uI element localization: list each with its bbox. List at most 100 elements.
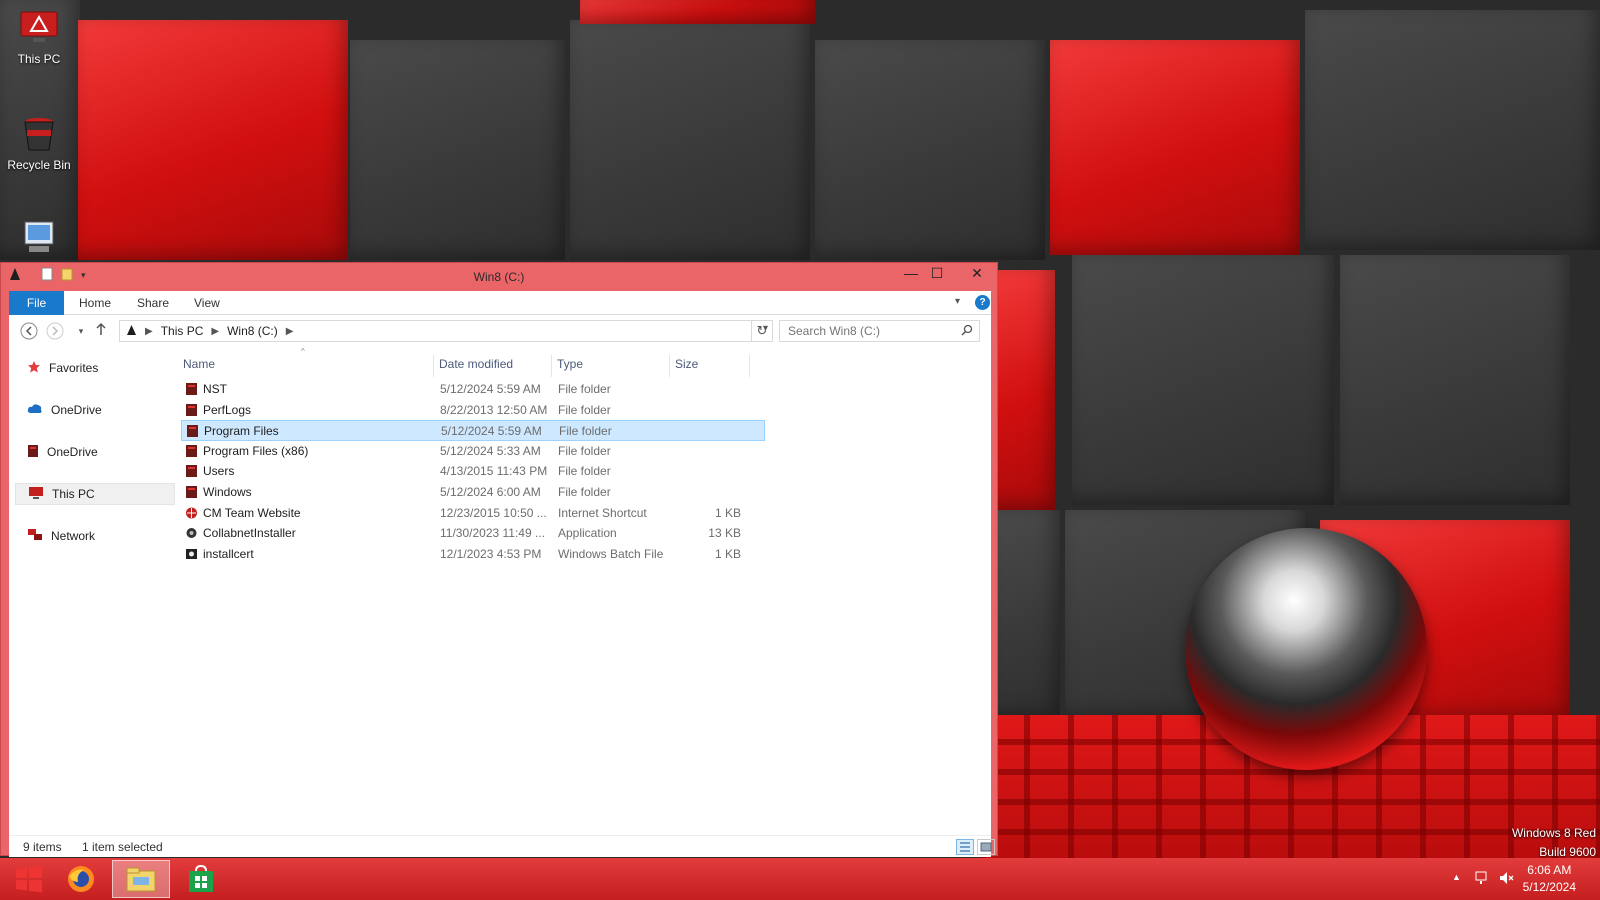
network-tray-icon[interactable] (1474, 870, 1490, 900)
back-button[interactable] (19, 322, 39, 340)
nav-item-this-pc[interactable]: This PC (15, 483, 175, 505)
file-list: ^ Name Date modified Type Size NST 5/12/2… (181, 347, 771, 835)
file-name: NST (203, 382, 227, 396)
column-header-date[interactable]: Date modified (439, 357, 513, 377)
navigation-pane: Favorites OneDrive OneDrive This PC Netw… (9, 347, 179, 835)
tab-share[interactable]: Share (137, 291, 169, 315)
column-header-name[interactable]: Name (183, 357, 215, 377)
wallpaper-cube (990, 510, 1060, 720)
details-view-icon (960, 842, 970, 852)
breadcrumb-chevron-icon[interactable]: ▶ (211, 326, 219, 337)
computer-icon (17, 218, 61, 258)
nav-item-onedrive-folder[interactable]: OneDrive (15, 441, 175, 463)
title-bar[interactable]: ▾ Win8 (C:) — ☐ ✕ (1, 263, 997, 291)
sort-indicator-icon: ^ (301, 347, 305, 356)
forward-button[interactable] (45, 322, 65, 340)
column-divider[interactable] (749, 355, 750, 377)
store-icon (189, 864, 213, 892)
nav-item-label: OneDrive (47, 445, 98, 459)
firefox-icon (68, 866, 94, 892)
file-date-modified: 5/12/2024 5:33 AM (440, 443, 541, 458)
tab-view[interactable]: View (194, 291, 220, 315)
folder-icon (185, 444, 198, 458)
maximize-button[interactable]: ☐ (923, 263, 951, 285)
file-name: Users (203, 464, 235, 479)
file-date-modified: 4/13/2015 11:43 PM (440, 464, 548, 479)
back-arrow-icon (20, 322, 38, 340)
refresh-button[interactable]: ↻ (751, 320, 773, 342)
breadcrumb-chevron-icon[interactable]: ▶ (286, 326, 294, 337)
file-size: 1 KB (714, 546, 741, 561)
file-type: File folder (559, 424, 612, 439)
taskbar-firefox[interactable] (52, 860, 110, 898)
wallpaper-sphere (1185, 528, 1427, 770)
tab-file[interactable]: File (9, 291, 64, 315)
taskbar-file-explorer[interactable] (112, 860, 170, 898)
file-row[interactable]: CollabnetInstaller 11/30/2023 11:49 ... Ap… (181, 523, 765, 544)
breadcrumb-drive[interactable]: Win8 (C:) (227, 324, 278, 338)
search-input[interactable] (779, 320, 980, 342)
volume-muted-icon[interactable] (1498, 870, 1514, 900)
recent-locations-icon[interactable]: ▾ (71, 322, 91, 340)
column-divider[interactable] (433, 355, 434, 377)
star-icon (27, 360, 41, 377)
address-bar[interactable]: ▶ This PC ▶ Win8 (C:) ▶ ▾ (119, 320, 773, 342)
network-icon (27, 528, 43, 545)
file-row[interactable]: NST 5/12/2024 5:59 AM File folder (181, 379, 765, 400)
folder-icon (185, 403, 198, 417)
windows-watermark: Windows 8 Red Build 9600 (1512, 824, 1596, 862)
file-type: File folder (558, 464, 611, 479)
batch-file-icon (185, 547, 198, 561)
help-icon[interactable]: ? (975, 295, 990, 310)
file-date-modified: 12/1/2023 4:53 PM (440, 546, 542, 561)
status-item-count: 9 items (23, 840, 62, 854)
up-button[interactable] (91, 322, 111, 340)
taskbar-clock[interactable]: 6:06 AM 5/12/2024 (1523, 862, 1576, 896)
column-header-size[interactable]: Size (675, 357, 698, 377)
file-row[interactable]: Users 4/13/2015 11:43 PM File folder (181, 461, 765, 482)
file-row[interactable]: PerfLogs 8/22/2013 12:50 AM File folder (181, 400, 765, 421)
desktop-icon-computer[interactable] (4, 218, 74, 262)
wallpaper-cube (570, 20, 810, 260)
file-row[interactable]: CM Team Website 12/23/2015 10:50 ... Inter… (181, 503, 765, 524)
onedrive-cloud-icon (27, 403, 43, 418)
ribbon-tabs: File Home Share View ▾ ? (9, 291, 991, 315)
breadcrumb-this-pc[interactable]: This PC (161, 324, 204, 338)
window-title: Win8 (C:) (473, 270, 525, 284)
status-bar: 9 items 1 item selected (9, 835, 995, 857)
nav-item-favorites[interactable]: Favorites (15, 357, 175, 379)
search-icon[interactable] (961, 324, 973, 339)
file-row[interactable]: installcert 12/1/2023 4:53 PM Windows Batc… (181, 544, 765, 565)
desktop-icon-recycle-bin[interactable]: Recycle Bin (4, 114, 74, 172)
column-header-type[interactable]: Type (557, 357, 583, 377)
nav-item-onedrive[interactable]: OneDrive (15, 399, 175, 421)
minimize-button[interactable]: — (897, 263, 925, 285)
drive-icon (126, 324, 137, 339)
breadcrumb-chevron-icon[interactable]: ▶ (145, 326, 153, 337)
file-row[interactable]: Program Files (x86) 5/12/2024 5:33 AM File… (181, 441, 765, 462)
folder-icon (186, 424, 199, 438)
file-row[interactable]: Windows 5/12/2024 6:00 AM File folder (181, 482, 765, 503)
column-divider[interactable] (551, 355, 552, 377)
desktop-icon-this-pc[interactable]: This PC (4, 8, 74, 66)
file-row[interactable]: Program Files 5/12/2024 5:59 AM File folde… (181, 420, 765, 442)
start-button[interactable] (0, 860, 58, 898)
expand-ribbon-icon[interactable]: ▾ (955, 296, 960, 307)
details-view-button[interactable] (956, 839, 974, 855)
show-hidden-icons-icon[interactable]: ▲ (1452, 872, 1461, 900)
file-date-modified: 5/12/2024 6:00 AM (440, 485, 541, 499)
close-button[interactable]: ✕ (959, 263, 995, 285)
desktop-icon-label: This PC (17, 52, 61, 66)
taskbar: ▲ 6:06 AM 5/12/2024 (0, 858, 1600, 900)
status-selection: 1 item selected (82, 840, 163, 854)
column-divider[interactable] (669, 355, 670, 377)
nav-item-network[interactable]: Network (15, 525, 175, 547)
tab-home[interactable]: Home (79, 291, 111, 315)
folder-icon (185, 485, 198, 499)
large-icons-view-button[interactable] (977, 839, 995, 855)
taskbar-store[interactable] (172, 860, 230, 898)
onedrive-folder-icon (27, 444, 39, 461)
file-name: Program Files (204, 424, 279, 439)
wallpaper-cube (1050, 40, 1300, 255)
nav-item-label: Network (51, 529, 96, 543)
